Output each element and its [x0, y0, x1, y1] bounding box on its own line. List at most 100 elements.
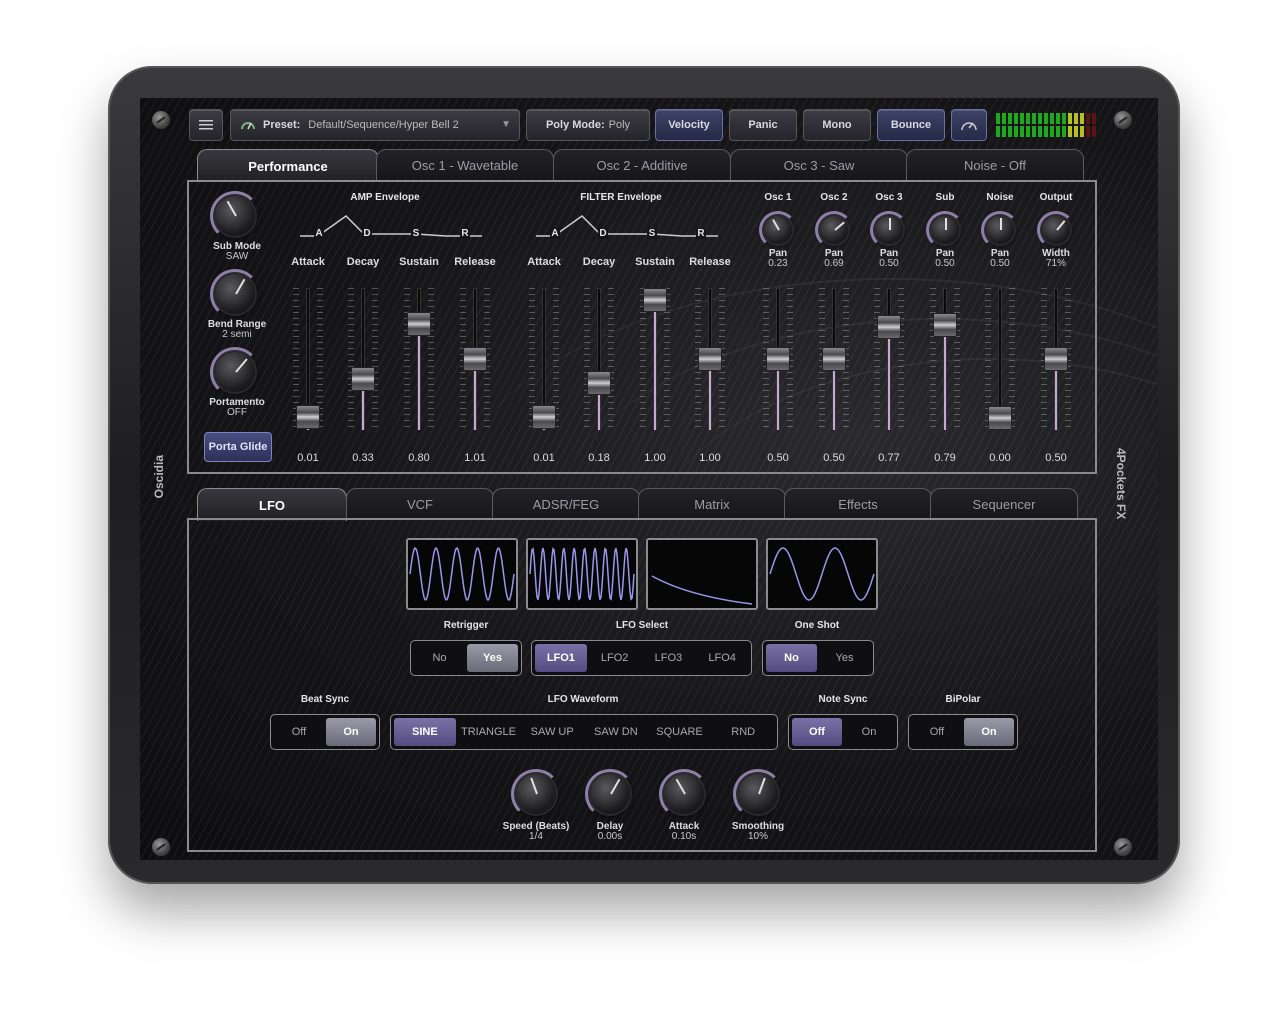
fader-cap[interactable] — [698, 347, 722, 371]
filter-decay-fader[interactable] — [584, 288, 614, 430]
noise-pan-knob[interactable] — [981, 211, 1019, 249]
tab-noise-off[interactable]: Noise - Off — [906, 149, 1084, 181]
stage-s: S — [647, 228, 657, 239]
level-meter — [996, 111, 1100, 139]
filter-release-fader[interactable] — [695, 288, 725, 430]
knob-label-value: 0.69 — [824, 258, 844, 269]
osc-3-pan-knob[interactable] — [870, 211, 908, 249]
speed-beats-knob[interactable] — [511, 769, 561, 819]
noise-knob-label: Pan 0.50 — [970, 249, 1030, 269]
osc-2-level-fader[interactable] — [819, 288, 849, 430]
meter-segment — [1014, 113, 1018, 124]
one-shot-option-no[interactable]: No — [766, 644, 817, 672]
tab-effects[interactable]: Effects — [784, 488, 932, 520]
screw-icon — [1114, 838, 1132, 856]
one-shot-option-yes[interactable]: Yes — [819, 644, 870, 672]
waveform-option-rnd[interactable]: RND — [712, 718, 774, 746]
lfo-select-option-lfo3[interactable]: LFO3 — [643, 644, 695, 672]
attack-knob[interactable] — [659, 769, 709, 819]
one-shot-label: One Shot — [794, 620, 840, 631]
filter-attack-fader[interactable] — [529, 288, 559, 430]
tab-osc-2-additive[interactable]: Osc 2 - Additive — [553, 149, 731, 181]
porta-glide-button[interactable]: Porta Glide — [204, 432, 272, 462]
fader-cap[interactable] — [296, 404, 320, 429]
fader-cap[interactable] — [407, 311, 431, 336]
osc-1-pan-knob[interactable] — [759, 211, 797, 249]
bipolar-option-off[interactable]: Off — [912, 718, 962, 746]
fader-cap[interactable] — [822, 347, 846, 371]
delay-knob[interactable] — [585, 769, 635, 819]
waveform-option-triangle[interactable]: TRIANGLE — [458, 718, 520, 746]
note-sync-option-off[interactable]: Off — [792, 718, 842, 746]
lfo-select-option-lfo2[interactable]: LFO2 — [589, 644, 641, 672]
tab-sequencer[interactable]: Sequencer — [930, 488, 1078, 520]
fader-cap[interactable] — [532, 404, 556, 429]
beat-sync-option-on[interactable]: On — [326, 718, 376, 746]
knob-ring — [870, 211, 908, 249]
tab-lfo[interactable]: LFO — [197, 488, 347, 521]
retrigger-option-no[interactable]: No — [414, 644, 465, 672]
amp-decay-fader[interactable] — [348, 288, 378, 430]
waveform-option-square[interactable]: SQUARE — [649, 718, 711, 746]
fader-cap[interactable] — [351, 367, 375, 392]
fader-cap[interactable] — [1044, 347, 1068, 371]
osc-2-header: Osc 2 — [820, 192, 848, 203]
meter-segment — [1020, 113, 1024, 124]
lfo2-wave-display[interactable] — [526, 538, 638, 610]
portamento-knob[interactable] — [210, 347, 260, 397]
osc-3-level-fader[interactable] — [874, 288, 904, 430]
stage-a: A — [550, 228, 560, 239]
sub-pan-knob[interactable] — [926, 211, 964, 249]
noise-level-fader[interactable] — [985, 288, 1015, 430]
filter-sustain-fader[interactable] — [640, 288, 670, 430]
fader-cap[interactable] — [933, 312, 957, 337]
smoothing-knob[interactable] — [733, 769, 783, 819]
lfo1-wave-display[interactable] — [406, 538, 518, 610]
fader-cap[interactable] — [766, 347, 790, 371]
fader-cap[interactable] — [988, 406, 1012, 430]
lfo4-wave-display[interactable] — [766, 538, 878, 610]
output-width-knob[interactable] — [1037, 211, 1075, 249]
lfo-select-option-lfo1[interactable]: LFO1 — [535, 644, 587, 672]
tab-performance[interactable]: Performance — [197, 149, 379, 182]
fader-cap[interactable] — [643, 288, 667, 312]
menu-button[interactable] — [189, 109, 223, 141]
meter-segment — [1050, 113, 1054, 124]
sub-level-fader[interactable] — [930, 288, 960, 430]
osc-2-pan-knob[interactable] — [815, 211, 853, 249]
lfo-waveform-toggle: SINE TRIANGLE SAW UP SAW DN SQUARE RND — [390, 714, 778, 750]
beat-sync-option-off[interactable]: Off — [274, 718, 324, 746]
lfo3-wave-display[interactable] — [646, 538, 758, 610]
gauge-button[interactable] — [951, 109, 987, 141]
output-level-fader[interactable] — [1041, 288, 1071, 430]
osc-1-level-fader[interactable] — [763, 288, 793, 430]
fader-cap[interactable] — [877, 315, 901, 340]
waveform-option-saw-up[interactable]: SAW UP — [521, 718, 583, 746]
tab-matrix[interactable]: Matrix — [638, 488, 786, 520]
knob-indicator — [1000, 218, 1002, 230]
tab-vcf[interactable]: VCF — [346, 488, 494, 520]
bend-range-knob[interactable] — [210, 269, 260, 319]
waveform-option-sine[interactable]: SINE — [394, 718, 456, 746]
tab-osc-3-saw[interactable]: Osc 3 - Saw — [730, 149, 908, 181]
tab-adsr-feg[interactable]: ADSR/FEG — [492, 488, 640, 520]
lfo-select-option-lfo4[interactable]: LFO4 — [696, 644, 748, 672]
mono-button[interactable]: Mono — [803, 109, 871, 141]
tab-osc-1-wavetable[interactable]: Osc 1 - Wavetable — [376, 149, 554, 181]
fader-cap[interactable] — [587, 370, 611, 395]
poly-mode-button[interactable]: Poly Mode: Poly — [526, 109, 650, 141]
lfo-waveform-label: LFO Waveform — [547, 694, 619, 705]
waveform-option-saw-dn[interactable]: SAW DN — [585, 718, 647, 746]
amp-attack-fader[interactable] — [293, 288, 323, 430]
fader-cap[interactable] — [463, 347, 487, 371]
velocity-button[interactable]: Velocity — [655, 109, 723, 141]
amp-release-fader[interactable] — [460, 288, 490, 430]
bounce-button[interactable]: Bounce — [877, 109, 945, 141]
amp-sustain-fader[interactable] — [404, 288, 434, 430]
note-sync-option-on[interactable]: On — [844, 718, 894, 746]
preset-dropdown[interactable]: Preset: Default/Sequence/Hyper Bell 2 ▼ — [230, 109, 520, 141]
bipolar-option-on[interactable]: On — [964, 718, 1014, 746]
panic-button[interactable]: Panic — [729, 109, 797, 141]
sub-mode-knob[interactable] — [210, 191, 260, 241]
retrigger-option-yes[interactable]: Yes — [467, 644, 518, 672]
